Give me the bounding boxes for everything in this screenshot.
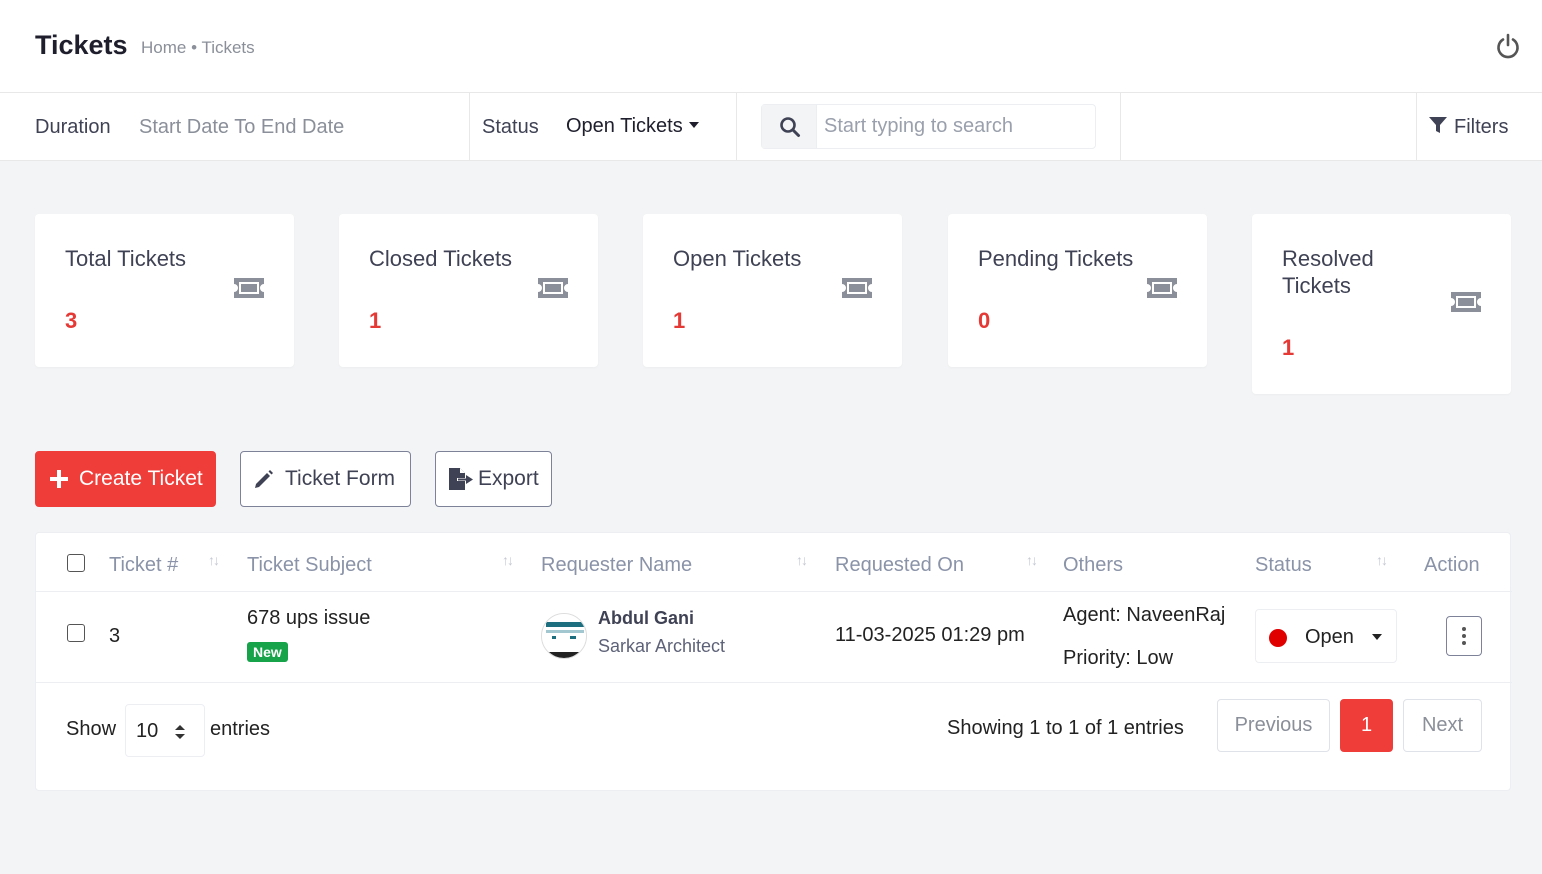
ticket-form-button[interactable]: Ticket Form [240, 451, 411, 507]
divider [36, 591, 1512, 592]
status-label: Status [482, 116, 539, 138]
stat-card-closed: Closed Tickets 1 [339, 214, 598, 367]
status-select[interactable]: Open [1255, 609, 1397, 663]
divider [1120, 93, 1121, 161]
select-all-checkbox[interactable] [67, 554, 85, 572]
export-button[interactable]: Export [435, 451, 552, 507]
stat-card-value: 1 [1282, 335, 1295, 360]
priority: Priority: Low [1063, 647, 1174, 669]
top-header: Tickets Home • Tickets [0, 0, 1542, 93]
show-label: Show [66, 718, 117, 740]
ticket-icon [1451, 292, 1481, 312]
divider [469, 93, 470, 161]
requester-name: Abdul Gani [598, 608, 694, 628]
ticket-subject[interactable]: 678 ups issue [247, 607, 370, 630]
column-header-requester[interactable]: Requester Name [541, 554, 692, 577]
status-dot [1269, 629, 1287, 647]
previous-page-button[interactable]: Previous [1217, 699, 1330, 752]
select-arrows-icon [175, 725, 185, 739]
ticket-number[interactable]: 3 [109, 625, 120, 648]
stat-card-open: Open Tickets 1 [643, 214, 902, 367]
ticket-icon [1147, 278, 1177, 298]
create-ticket-button[interactable]: Create Ticket [35, 451, 216, 507]
caret-down-icon [1372, 634, 1382, 640]
stat-card-resolved: Resolved Tickets 1 [1252, 214, 1511, 394]
row-checkbox[interactable] [67, 624, 85, 642]
kebab-dot [1462, 634, 1466, 638]
column-header-subject[interactable]: Ticket Subject [247, 554, 372, 577]
stat-card-pending: Pending Tickets 0 [948, 214, 1207, 367]
assigned-agent: Agent: NaveenRaj [1063, 604, 1226, 626]
new-badge: New [247, 642, 288, 662]
file-export-icon [449, 468, 473, 490]
stat-card-title: Open Tickets [673, 246, 802, 271]
create-ticket-label: Create Ticket [79, 467, 203, 490]
requester-company: Sarkar Architect [598, 636, 726, 656]
pagination-info: Showing 1 to 1 of 1 entries [947, 717, 1184, 739]
export-label: Export [478, 467, 539, 490]
sort-icon[interactable]: ↑↓ [1026, 552, 1038, 568]
divider [36, 682, 1512, 683]
avatar [541, 613, 587, 659]
status-dropdown-value: Open Tickets [566, 115, 683, 137]
filter-icon [1429, 117, 1447, 133]
column-header-status[interactable]: Status [1255, 554, 1312, 577]
search-icon [780, 117, 800, 137]
divider [736, 93, 737, 161]
pencil-icon [255, 470, 273, 488]
stat-card-title: Pending Tickets [978, 246, 1134, 271]
kebab-dot [1462, 641, 1466, 645]
stat-card-title: Resolved Tickets [1282, 246, 1374, 298]
stat-card-value: 3 [65, 308, 78, 333]
column-header-action: Action [1424, 554, 1480, 576]
stat-card-title: Total Tickets [65, 246, 187, 271]
stat-card-value: 0 [978, 308, 991, 333]
row-actions-button[interactable] [1446, 616, 1482, 656]
caret-down-icon [688, 121, 699, 128]
ticket-icon [234, 278, 264, 298]
sort-icon[interactable]: ↑↓ [796, 552, 808, 568]
next-page-button[interactable]: Next [1403, 699, 1482, 752]
page-title: Tickets [35, 30, 128, 60]
requested-on: 11-03-2025 01:29 pm [835, 624, 1025, 646]
page-length-value: 10 [136, 720, 159, 742]
ticket-icon [842, 278, 872, 298]
stat-card-title: Closed Tickets [369, 246, 513, 271]
kebab-dot [1462, 627, 1466, 631]
page-1-button[interactable]: 1 [1340, 699, 1393, 752]
sort-icon[interactable]: ↑↓ [1376, 552, 1388, 568]
status-select-value: Open [1305, 626, 1354, 648]
search-box [761, 104, 1096, 149]
plus-icon [50, 470, 68, 488]
breadcrumb[interactable]: Home • Tickets [141, 38, 255, 58]
filter-bar: Duration Start Date To End Date Status O… [0, 93, 1542, 161]
stat-card-total: Total Tickets 3 [35, 214, 294, 367]
sort-icon[interactable]: ↑↓ [502, 552, 514, 568]
entries-label: entries [210, 718, 271, 740]
ticket-form-label: Ticket Form [285, 467, 396, 490]
duration-label: Duration [35, 116, 111, 138]
filters-label: Filters [1454, 116, 1509, 138]
stat-card-value: 1 [673, 308, 686, 333]
divider [1416, 93, 1417, 161]
filters-button[interactable]: Filters [1428, 115, 1508, 139]
column-header-others: Others [1063, 554, 1124, 576]
column-header-requested-on[interactable]: Requested On [835, 554, 964, 577]
date-range-picker[interactable]: Start Date To End Date [139, 116, 344, 139]
page-length-select[interactable]: 10 [125, 704, 205, 757]
sort-icon[interactable]: ↑↓ [208, 552, 220, 568]
tickets-table: Ticket # ↑↓ Ticket Subject ↑↓ Requester … [35, 532, 1512, 791]
ticket-icon [538, 278, 568, 298]
search-button[interactable] [762, 105, 817, 148]
status-dropdown[interactable]: Open Tickets [566, 115, 699, 138]
column-header-ticket-no[interactable]: Ticket # [109, 554, 178, 577]
stat-card-value: 1 [369, 308, 382, 333]
power-icon[interactable] [1494, 32, 1522, 60]
search-input[interactable] [818, 105, 1094, 148]
company-logo-icon [542, 614, 586, 658]
